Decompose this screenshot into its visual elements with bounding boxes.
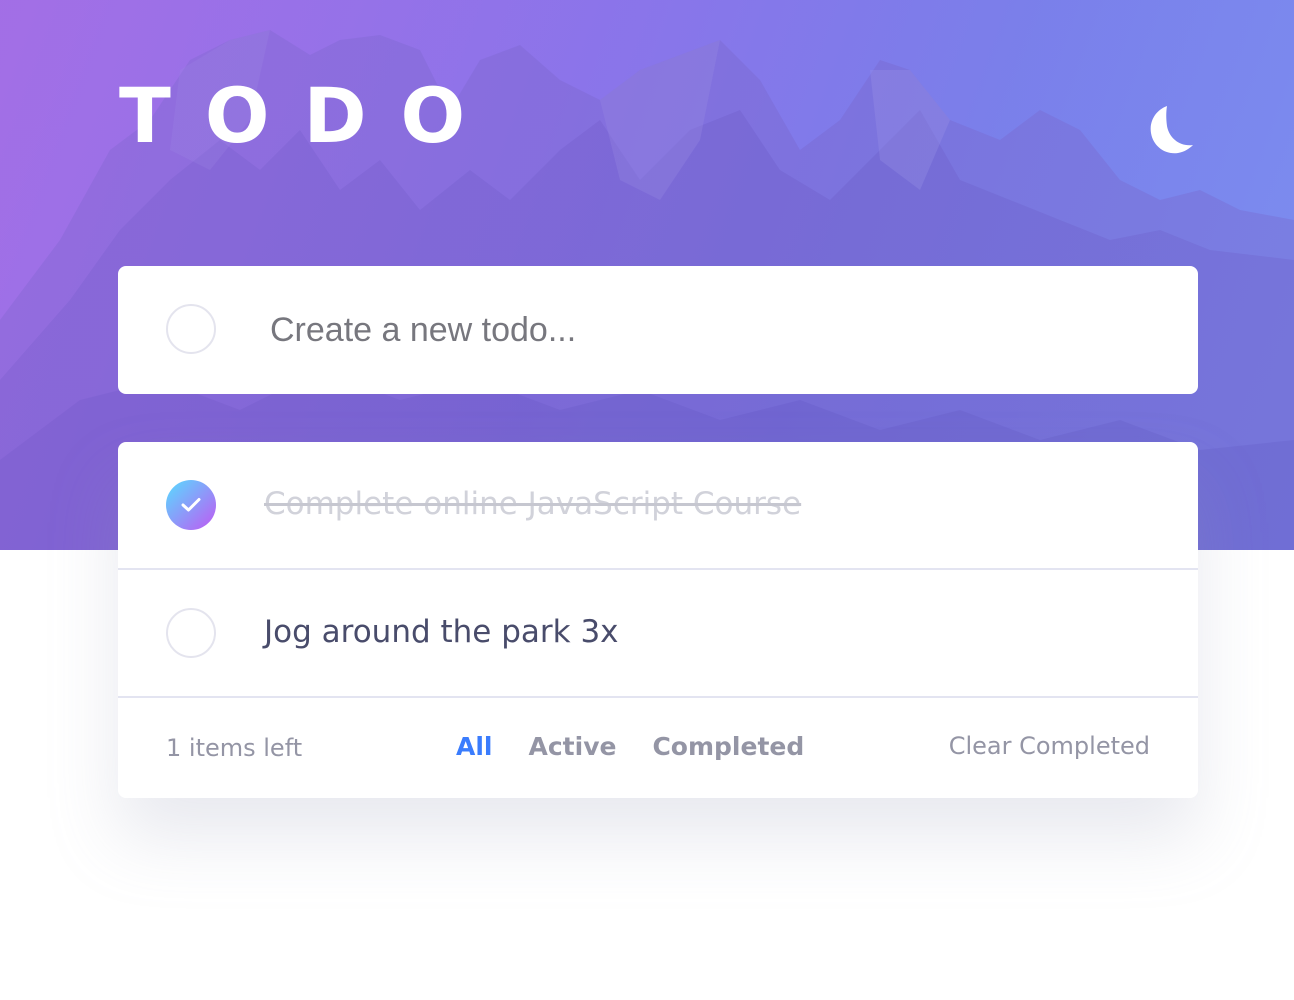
moon-icon — [1150, 106, 1193, 154]
todo-list-card: Complete online JavaScript Course Jog ar… — [118, 442, 1198, 798]
filter-group: All Active Completed — [456, 732, 804, 761]
todo-footer: 1 items left All Active Completed Clear … — [118, 698, 1198, 798]
todo-checkbox-checked[interactable] — [166, 480, 216, 530]
new-todo-input[interactable] — [270, 300, 1150, 360]
clear-completed-button[interactable]: Clear Completed — [949, 732, 1150, 760]
items-left-count: 1 items left — [166, 734, 303, 762]
check-icon — [181, 498, 201, 512]
todo-text[interactable]: Jog around the park 3x — [264, 610, 619, 654]
new-todo-card — [118, 266, 1198, 394]
new-todo-check-circle[interactable] — [166, 304, 216, 354]
app-title: TODO — [119, 71, 500, 160]
theme-toggle-button[interactable] — [1140, 100, 1202, 162]
todo-checkbox[interactable] — [166, 608, 216, 658]
filter-all-button[interactable]: All — [456, 732, 493, 761]
filter-completed-button[interactable]: Completed — [652, 732, 804, 761]
todo-text[interactable]: Complete online JavaScript Course — [264, 482, 801, 526]
todo-item: Complete online JavaScript Course — [118, 442, 1198, 570]
filter-active-button[interactable]: Active — [529, 732, 617, 761]
todo-item: Jog around the park 3x — [118, 570, 1198, 698]
